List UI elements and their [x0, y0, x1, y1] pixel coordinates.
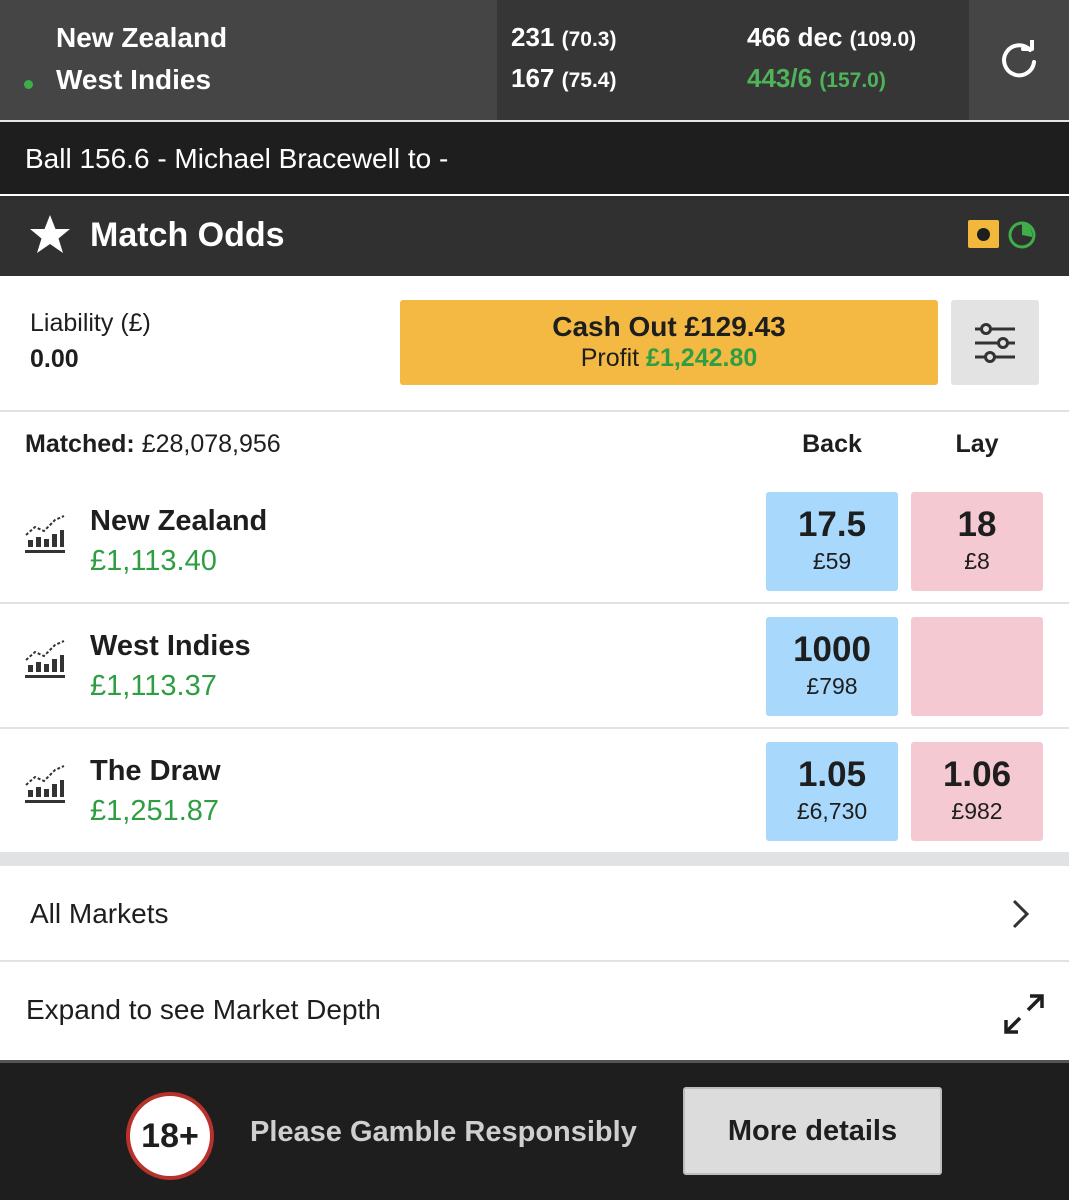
- runner-row: West Indies £1,113.37 1000 £798: [0, 605, 1069, 729]
- scoreboard: New Zealand West Indies 231 (70.3) 167 (…: [0, 0, 1069, 120]
- back-odds-button[interactable]: 17.5 £59: [766, 492, 898, 591]
- back-size: £798: [806, 673, 858, 699]
- age-badge-text: 18+: [141, 1116, 199, 1155]
- age-restriction-badge: 18+: [126, 1092, 214, 1180]
- expand-icon: [1004, 994, 1044, 1034]
- cash-out-profit: Profit £1,242.80: [400, 344, 938, 373]
- lay-price: 1.06: [942, 755, 1012, 794]
- team2-first-innings: 167 (75.4): [511, 63, 616, 94]
- market-depth-label: Expand to see Market Depth: [26, 994, 381, 1025]
- team1-name: New Zealand: [56, 22, 228, 53]
- team2-second-innings: 443/6 (157.0): [747, 63, 886, 94]
- batting-indicator-dot: [24, 80, 33, 89]
- runner-name: West Indies: [90, 630, 251, 662]
- liability-value: 0.00: [30, 345, 79, 373]
- team1-first-innings-score: 231: [511, 22, 555, 52]
- price-chart-icon[interactable]: [24, 638, 66, 680]
- team2-first-innings-score: 167: [511, 63, 555, 93]
- more-details-button[interactable]: More details: [683, 1087, 942, 1175]
- runner-row: New Zealand £1,113.40 17.5 £59 18 £8: [0, 480, 1069, 604]
- runner-name: The Draw: [90, 755, 221, 787]
- cash-out-button[interactable]: Cash Out £129.43 Profit £1,242.80: [400, 300, 938, 385]
- scoreboard-teams: New Zealand West Indies: [0, 0, 497, 120]
- responsible-gambling-message: Please Gamble Responsibly: [250, 1116, 637, 1148]
- market-header: Match Odds: [0, 196, 1069, 276]
- lay-odds-button[interactable]: [911, 617, 1043, 716]
- runner-row: The Draw £1,251.87 1.05 £6,730 1.06 £982: [0, 730, 1069, 852]
- price-chart-icon[interactable]: [24, 513, 66, 555]
- team2-second-innings-score: 443/6: [747, 63, 813, 93]
- back-price: 1.05: [797, 755, 867, 794]
- all-markets-label: All Markets: [30, 898, 169, 929]
- cash-out-profit-value: £1,242.80: [646, 344, 758, 372]
- sliders-icon: [975, 322, 1015, 363]
- team1-first-innings: 231 (70.3): [511, 22, 616, 53]
- team2-first-innings-overs: (75.4): [561, 69, 617, 92]
- lay-odds-button[interactable]: 18 £8: [911, 492, 1043, 591]
- runner-name: New Zealand: [90, 505, 268, 537]
- back-size: £6,730: [796, 798, 868, 824]
- runner-profit-loss: £1,113.37: [90, 670, 217, 702]
- runner-profit-loss: £1,251.87: [90, 795, 220, 827]
- back-price: 17.5: [797, 505, 867, 544]
- team1-second-innings-overs: (109.0): [849, 28, 917, 51]
- team1-second-innings-score: 466 dec: [747, 22, 843, 52]
- scoreboard-scores: 231 (70.3) 167 (75.4) 466 dec (109.0) 44…: [497, 0, 969, 120]
- liability-cashout-row: Liability (£) 0.00 Cash Out £129.43 Prof…: [0, 276, 1069, 412]
- chevron-right-icon: [1012, 899, 1030, 929]
- matched-label: Matched:: [25, 430, 135, 458]
- lay-column-header: Lay: [955, 430, 999, 458]
- inplay-icon: [968, 220, 999, 248]
- back-odds-button[interactable]: 1.05 £6,730: [766, 742, 898, 841]
- section-divider: [0, 852, 1069, 866]
- lay-size: £8: [964, 548, 990, 574]
- back-odds-button[interactable]: 1000 £798: [766, 617, 898, 716]
- refresh-button[interactable]: [969, 0, 1069, 120]
- liability-label: Liability (£): [30, 309, 151, 337]
- team1-second-innings: 466 dec (109.0): [747, 22, 916, 53]
- team2-second-innings-overs: (157.0): [819, 69, 886, 92]
- back-column-header: Back: [802, 430, 862, 458]
- cash-out-label: Cash Out £129.43: [552, 311, 786, 342]
- ball-commentary-bar: Ball 156.6 - Michael Bracewell to -: [0, 120, 1069, 194]
- all-markets-link[interactable]: All Markets: [0, 866, 1069, 962]
- matched-amount: Matched: £28,078,956: [25, 430, 281, 459]
- team1-first-innings-overs: (70.3): [561, 28, 617, 51]
- refresh-icon: [1002, 40, 1036, 78]
- back-size: £59: [812, 548, 852, 574]
- lay-size: £982: [951, 798, 1003, 824]
- responsible-gambling-footer: 18+ Please Gamble Responsibly More detai…: [0, 1060, 1069, 1200]
- price-chart-icon[interactable]: [24, 763, 66, 805]
- market-title: Match Odds: [90, 216, 285, 254]
- cash-out-profit-label: Profit: [580, 344, 640, 372]
- matched-header-row: Matched: £28,078,956 Back Lay: [0, 412, 1069, 480]
- market-depth-link[interactable]: Expand to see Market Depth: [0, 964, 1069, 1060]
- team2-name: West Indies: [56, 64, 212, 95]
- timer-icon: [1008, 221, 1036, 249]
- star-icon[interactable]: [28, 213, 72, 255]
- cash-out-settings-button[interactable]: [951, 300, 1039, 385]
- lay-odds-button[interactable]: 1.06 £982: [911, 742, 1043, 841]
- back-price: 1000: [793, 630, 871, 669]
- runner-profit-loss: £1,113.40: [90, 545, 217, 577]
- lay-price: 18: [957, 505, 997, 544]
- matched-value: £28,078,956: [141, 430, 281, 458]
